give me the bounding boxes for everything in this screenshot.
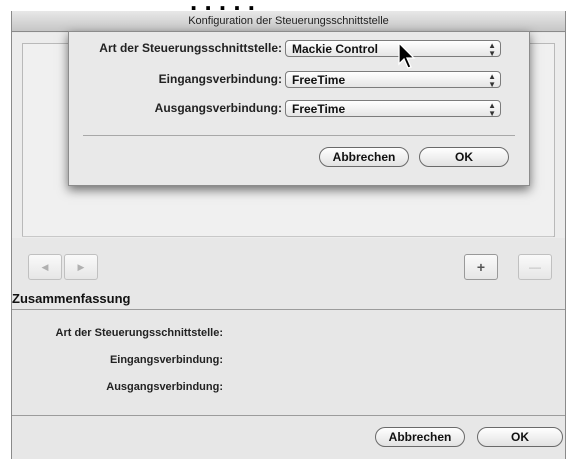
cancel-button[interactable]: Abbrechen	[375, 427, 465, 447]
output-popup[interactable]: FreeTime ▲ ▼	[285, 100, 501, 118]
right-arrow-icon: ▶	[77, 262, 85, 272]
prev-button[interactable]: ◀	[28, 254, 62, 280]
sheet-cancel-button[interactable]: Abbrechen	[319, 147, 409, 167]
summary-type-label: Art der Steuerungsschnittstelle:	[55, 327, 223, 339]
updown-arrows-icon: ▲ ▼	[488, 72, 496, 89]
mouse-pointer-icon	[398, 42, 416, 69]
plus-icon: +	[476, 259, 486, 275]
list-divider	[22, 236, 553, 237]
type-popup[interactable]: Mackie Control ▲ ▼	[285, 40, 501, 58]
minus-icon: —	[529, 260, 541, 274]
sheet-divider	[83, 135, 515, 136]
footer-divider	[12, 415, 565, 416]
summary-input-label: Eingangsverbindung:	[109, 354, 223, 366]
add-button[interactable]: +	[464, 254, 498, 280]
ok-button[interactable]: OK	[477, 427, 563, 447]
sheet-output-label: Ausgangsverbindung:	[154, 101, 282, 115]
remove-button[interactable]: —	[518, 254, 552, 280]
output-popup-value: FreeTime	[292, 102, 346, 116]
left-arrow-icon: ◀	[41, 262, 49, 272]
window-title: Konfiguration der Steuerungsschnittstell…	[12, 11, 565, 32]
type-popup-value: Mackie Control	[292, 42, 379, 56]
sheet-input-label: Eingangsverbindung:	[158, 72, 282, 86]
input-popup-value: FreeTime	[292, 73, 346, 87]
summary-divider	[12, 309, 565, 310]
config-sheet: Art der Steuerungsschnittstelle: Mackie …	[68, 31, 530, 186]
input-popup[interactable]: FreeTime ▲ ▼	[285, 71, 501, 89]
next-button[interactable]: ▶	[64, 254, 98, 280]
summary-title: Zusammenfassung	[12, 291, 131, 306]
updown-arrows-icon: ▲ ▼	[488, 41, 496, 58]
updown-arrows-icon: ▲ ▼	[488, 101, 496, 118]
summary-output-label: Ausgangsverbindung:	[106, 381, 223, 393]
sheet-type-label: Art der Steuerungsschnittstelle:	[99, 41, 282, 55]
sheet-ok-button[interactable]: OK	[419, 147, 509, 167]
